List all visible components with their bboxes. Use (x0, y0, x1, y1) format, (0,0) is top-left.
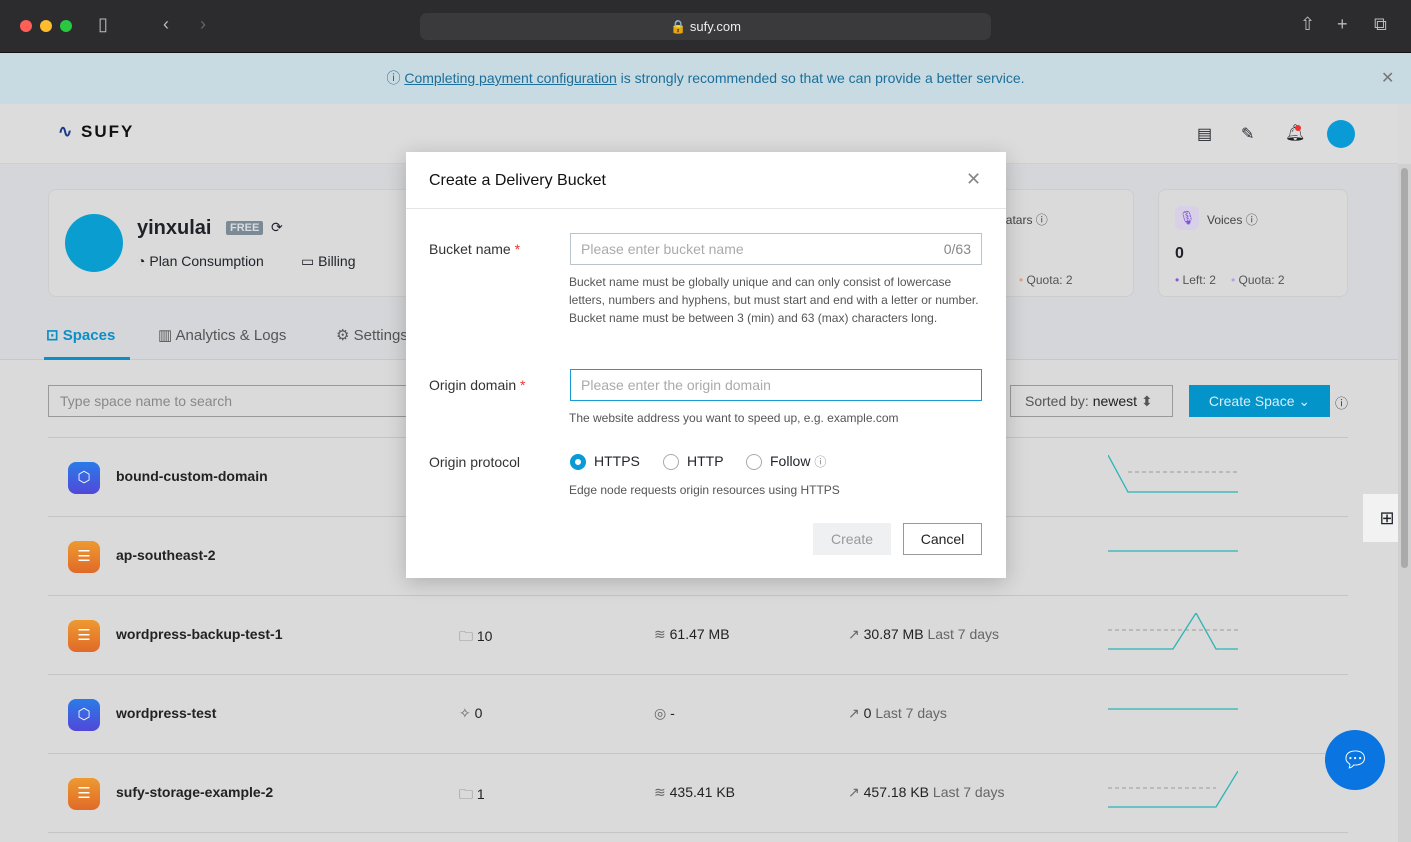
storage-icon: ☰ (68, 541, 100, 573)
dialog-title: Create a Delivery Bucket (429, 172, 606, 189)
space-name[interactable]: bound-custom-domain (116, 468, 268, 484)
bucket-name-counter: 0/63 (943, 241, 971, 257)
docs-icon[interactable]: ▤ (1197, 124, 1212, 144)
tasks-icon[interactable]: ✎ (1241, 124, 1254, 144)
sparkline (1108, 708, 1238, 710)
voices-title: Voices ⓘ (1207, 213, 1258, 227)
origin-protocol-help: Edge node requests origin resources usin… (569, 483, 840, 497)
cancel-button[interactable]: Cancel (903, 523, 982, 555)
domain-icon: ⬡ (68, 462, 100, 494)
share-icon[interactable]: ⇧ (1300, 14, 1315, 35)
payment-banner: ⓘ Completing payment configuration is st… (0, 53, 1411, 104)
origin-protocol-label: Origin protocol (429, 454, 521, 470)
url-text: sufy.com (689, 19, 741, 34)
back-icon[interactable]: ‹ (163, 14, 169, 35)
banner-text: is strongly recommended so that we can p… (616, 70, 1025, 86)
space-name[interactable]: sufy-storage-example-2 (116, 784, 273, 800)
payment-config-link[interactable]: Completing payment configuration (404, 70, 616, 86)
tab-spaces[interactable]: ⊡ Spaces (46, 326, 115, 344)
storage-size: ◎ - (654, 705, 675, 721)
minimize-window-button[interactable] (40, 20, 52, 32)
profile-card: yinxulai FREE ⟳ ◔ Plan Consumption ▭ Bil… (48, 189, 428, 297)
close-dialog-icon[interactable]: ✕ (966, 169, 981, 190)
sufy-logo[interactable]: ∿ SUFY (58, 122, 134, 142)
notification-icon[interactable]: 🔔︎ (1285, 123, 1305, 143)
info-icon: ⓘ (386, 70, 405, 86)
domain-icon: ⬡ (68, 699, 100, 731)
space-name[interactable]: wordpress-backup-test-1 (116, 626, 282, 642)
user-avatar[interactable] (1327, 120, 1355, 148)
table-row[interactable]: ☰ sufy-storage-example-2 🗀︎ 1 ≋ 435.41 KB… (48, 754, 1348, 833)
storage-icon: ☰ (68, 620, 100, 652)
chat-button[interactable]: 💬︎ (1325, 730, 1385, 790)
sidebar-icon[interactable]: ▯ (98, 14, 108, 35)
radio-follow[interactable]: Follow ⓘ (746, 453, 826, 471)
table-row[interactable]: ⬡ wordpress-test ✧ 0 ◎ - ↗ 0 Last 7 days (48, 675, 1348, 754)
space-name[interactable]: wordpress-test (116, 705, 216, 721)
active-tab-indicator (44, 357, 130, 360)
voices-left: • Left: 2 (1175, 273, 1216, 287)
space-name[interactable]: ap-southeast-2 (116, 547, 216, 563)
create-button[interactable]: Create (813, 523, 891, 555)
table-row[interactable]: ☰ wordpress-backup-test-1 🗀︎ 10 ≋ 61.47 M… (48, 596, 1348, 675)
space-search-input[interactable]: Type space name to search (48, 385, 418, 417)
close-banner-icon[interactable]: ✕ (1381, 53, 1394, 104)
sparkline (1108, 771, 1238, 808)
tabs-icon[interactable]: ⧉ (1374, 14, 1387, 35)
voices-value: 0 (1175, 245, 1184, 262)
sparkline (1108, 550, 1238, 552)
username: yinxulai (137, 217, 212, 239)
bucket-name-label: Bucket name * (429, 241, 521, 257)
origin-domain-label: Origin domain * (429, 377, 526, 393)
billing-link[interactable]: ▭ Billing (301, 253, 355, 270)
voices-quota: • Quota: 2 (1231, 273, 1285, 287)
storage-size: ≋ 61.47 MB (654, 626, 730, 642)
radio-https[interactable]: HTTPS (570, 453, 640, 471)
traffic: ↗ 30.87 MB Last 7 days (848, 626, 1000, 642)
help-icon[interactable]: ⓘ (1335, 393, 1348, 412)
browser-toolbar: ▯ ‹ › 🔒 sufy.com ⇧ + ⧉ (0, 0, 1411, 53)
profile-avatar (65, 214, 123, 272)
file-count: 🗀︎ 1 (459, 786, 485, 802)
storage-icon: ☰ (68, 778, 100, 810)
tab-analytics[interactable]: ▥ Analytics & Logs (158, 326, 286, 344)
maximize-window-button[interactable] (60, 20, 72, 32)
sparkline (1108, 455, 1238, 493)
close-window-button[interactable] (20, 20, 32, 32)
storage-size: ≋ 435.41 KB (654, 784, 736, 800)
address-bar[interactable]: 🔒 sufy.com (420, 13, 991, 40)
plan-badge: FREE (226, 221, 264, 235)
microphone-icon: 🎙︎ (1175, 206, 1199, 230)
avatars-quota: • Quota: 2 (1019, 273, 1073, 287)
create-space-button[interactable]: Create Space ⌄ (1189, 385, 1330, 417)
radio-http[interactable]: HTTP (663, 453, 724, 471)
origin-domain-help: The website address you want to speed up… (569, 411, 899, 425)
bucket-name-input[interactable]: Please enter bucket name 0/63 (570, 233, 982, 265)
file-count: 🗀︎ 10 (459, 628, 493, 644)
refresh-icon[interactable]: ⟳ (271, 219, 283, 236)
traffic: ↗ 457.18 KB Last 7 days (848, 784, 1005, 800)
forward-icon[interactable]: › (200, 14, 206, 35)
new-tab-icon[interactable]: + (1337, 14, 1348, 35)
file-count: ✧ 0 (459, 705, 483, 721)
origin-domain-input[interactable]: Please enter the origin domain (570, 369, 982, 401)
traffic: ↗ 0 Last 7 days (848, 705, 947, 721)
create-bucket-dialog: Create a Delivery Bucket ✕ Bucket name *… (406, 152, 1006, 578)
scrollbar[interactable] (1398, 164, 1411, 842)
stat-card-voices: 🎙︎ Voices ⓘ 0 • Left: 2 • Quota: 2 (1158, 189, 1348, 297)
plan-consumption-link[interactable]: ◔ Plan Consumption (137, 253, 264, 269)
tab-settings[interactable]: ⚙ Settings (336, 326, 408, 344)
sort-select[interactable]: Sorted by: newest ⬍ (1010, 385, 1173, 417)
bucket-name-help: Bucket name must be globally unique and … (569, 275, 979, 325)
sparkline (1108, 613, 1238, 650)
